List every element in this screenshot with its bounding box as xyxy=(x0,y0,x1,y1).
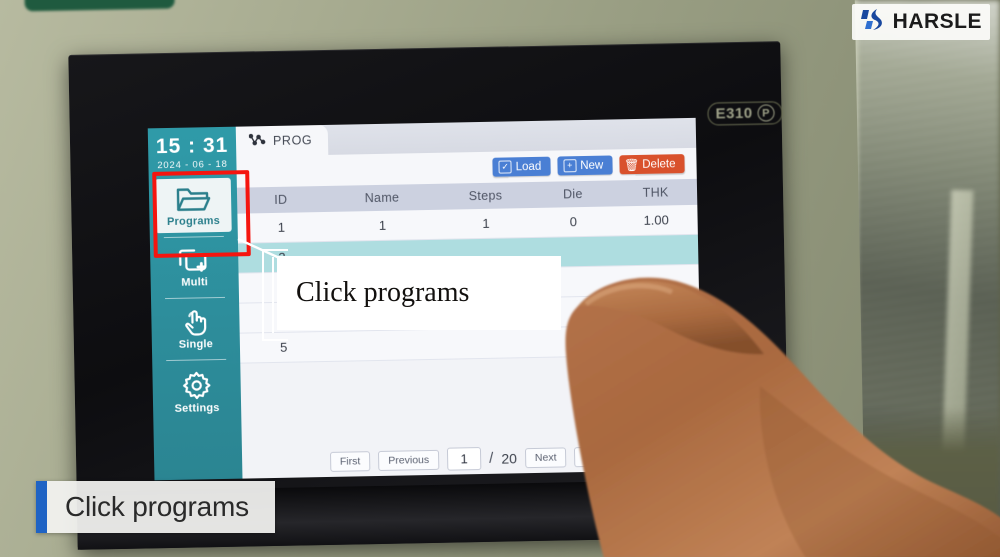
page-number-input[interactable] xyxy=(446,447,482,471)
sidebar-item-single[interactable]: Single xyxy=(157,302,234,356)
cell-die xyxy=(534,325,618,358)
caption-banner: Click programs xyxy=(36,481,275,533)
folder-icon xyxy=(175,184,212,214)
cell-thk xyxy=(615,234,699,266)
gear-icon xyxy=(180,370,213,401)
sidebar-divider-3 xyxy=(166,358,227,362)
cell-name xyxy=(327,329,443,362)
total-pages-label: 20 xyxy=(501,449,518,467)
sidebar-item-single-label: Single xyxy=(178,338,214,351)
sidebar: 15 : 31 2024 - 06 - 18 Programs Multi Si… xyxy=(147,126,243,481)
cell-die: 0 xyxy=(531,206,616,238)
model-badge: E310 P xyxy=(707,101,783,126)
harsle-watermark: HARSLE xyxy=(851,4,990,40)
sidebar-divider-2 xyxy=(165,296,226,300)
callout-text: Click programs xyxy=(296,277,470,308)
cell-thk: 1.00 xyxy=(614,204,698,236)
clock-block: 15 : 31 2024 - 06 - 18 xyxy=(148,127,237,176)
hand-tap-icon xyxy=(179,308,212,337)
column-header-steps: Steps xyxy=(439,182,532,210)
cell-thk xyxy=(615,264,700,296)
harsle-wordmark: HARSLE xyxy=(892,10,982,33)
check-square-icon: ✓ xyxy=(498,160,512,174)
new-button[interactable]: + New xyxy=(557,155,613,176)
tab-prog-label: PROG xyxy=(272,133,313,148)
new-button-label: New xyxy=(580,159,604,172)
cell-name: 1 xyxy=(324,209,441,242)
caption-text: Click programs xyxy=(65,491,249,522)
cell-thk xyxy=(616,294,700,326)
plus-square-icon: + xyxy=(563,159,577,173)
model-badge-p-icon: P xyxy=(757,104,775,122)
load-button[interactable]: ✓ Load xyxy=(492,156,551,177)
multi-window-plus-icon xyxy=(177,247,212,275)
sidebar-item-programs[interactable]: Programs xyxy=(154,177,232,234)
last-page-button[interactable]: Last xyxy=(574,445,615,467)
column-header-thk: THK xyxy=(614,178,698,207)
sidebar-item-settings-label: Settings xyxy=(174,402,220,415)
trash-icon: 🗑 xyxy=(624,157,640,172)
clock-date: 2024 - 06 - 18 xyxy=(157,158,228,172)
cell-steps: 1 xyxy=(439,208,533,240)
sidebar-item-programs-label: Programs xyxy=(166,215,221,229)
sidebar-divider-1 xyxy=(163,235,224,239)
model-badge-text: E310 xyxy=(715,104,753,123)
column-header-die: Die xyxy=(531,180,615,209)
graph-nodes-icon xyxy=(248,133,266,149)
cell-id: 5 xyxy=(239,331,328,364)
tab-prog[interactable]: PROG xyxy=(235,124,329,157)
sidebar-item-multi[interactable]: Multi xyxy=(156,241,233,294)
cell-thk xyxy=(616,324,701,356)
sidebar-item-multi-label: Multi xyxy=(181,276,209,289)
next-page-button[interactable]: Next xyxy=(524,446,567,468)
caption-accent-bar xyxy=(36,481,47,533)
load-button-label: Load xyxy=(515,160,542,173)
cell-steps xyxy=(442,327,535,360)
delete-button[interactable]: 🗑 Delete xyxy=(619,154,685,175)
column-header-id: ID xyxy=(236,185,325,214)
harsle-mark-icon xyxy=(860,7,886,37)
machine-green-label xyxy=(24,0,175,12)
clock-time: 15 : 31 xyxy=(155,133,229,159)
delete-button-label: Delete xyxy=(642,157,676,171)
pagination: First Previous / 20 Next Last xyxy=(242,443,702,475)
cell-id: 1 xyxy=(237,211,326,244)
previous-page-button[interactable]: Previous xyxy=(378,449,440,471)
pagination-separator: / xyxy=(489,449,494,467)
sidebar-item-settings[interactable]: Settings xyxy=(158,364,235,420)
first-page-button[interactable]: First xyxy=(329,450,371,472)
callout-box: Click programs xyxy=(277,256,561,330)
column-header-name: Name xyxy=(324,183,440,212)
